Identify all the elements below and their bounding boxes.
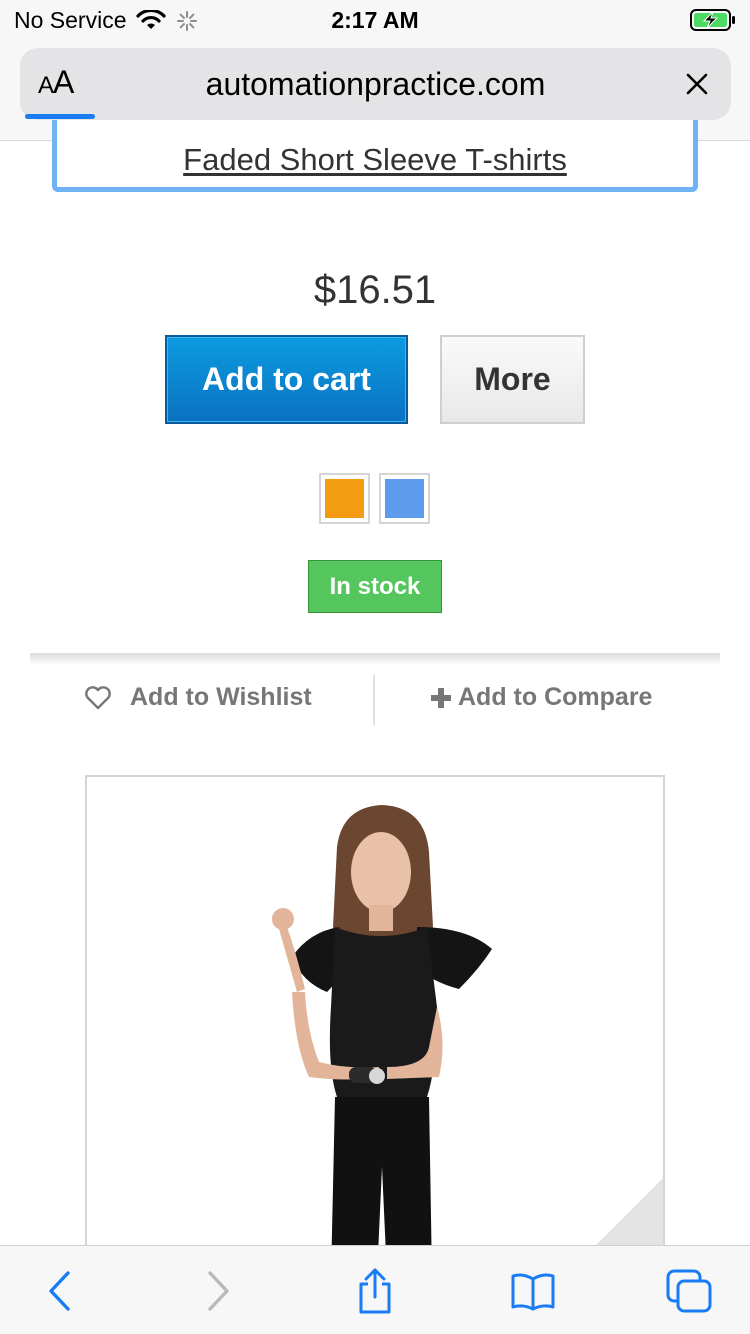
actions-divider (373, 675, 375, 725)
address-bar[interactable]: AA automationpractice.com (20, 48, 731, 120)
share-button[interactable] (350, 1266, 400, 1316)
plus-icon (431, 687, 451, 708)
add-to-wishlist-link[interactable]: Add to Wishlist (84, 683, 312, 712)
add-to-cart-button[interactable]: Add to cart (165, 335, 408, 424)
more-button[interactable]: More (440, 335, 585, 424)
status-time: 2:17 AM (331, 7, 419, 33)
stop-loading-icon[interactable] (683, 70, 711, 98)
swatch-fill (325, 479, 364, 518)
page-load-progress (25, 114, 95, 119)
forward-button[interactable] (192, 1266, 242, 1316)
status-bar: No Service 2:17 AM (0, 0, 750, 40)
bookmarks-button[interactable] (508, 1266, 558, 1316)
url-text[interactable]: automationpractice.com (20, 66, 731, 103)
tabs-icon (666, 1269, 712, 1313)
actions-bar-shadow (30, 653, 720, 665)
swatch-fill (385, 479, 424, 518)
bookmarks-icon (511, 1273, 555, 1311)
share-icon (359, 1268, 391, 1314)
add-to-compare-link[interactable]: Add to Compare (430, 683, 652, 712)
product-price: $16.51 (313, 268, 437, 312)
back-button[interactable] (36, 1266, 86, 1316)
heart-icon (85, 686, 111, 710)
product-actions-bar: Add to Wishlist Add to Compare (30, 653, 720, 738)
wishlist-label: Add to Wishlist (130, 683, 312, 711)
compare-label: Add to Compare (458, 683, 653, 711)
product-title-box: Faded Short Sleeve T-shirts (52, 120, 698, 192)
back-icon (49, 1271, 70, 1311)
tabs-button[interactable] (664, 1266, 714, 1316)
product-image[interactable] (85, 775, 665, 1275)
browser-bottom-toolbar (0, 1245, 750, 1334)
color-swatch-blue[interactable] (379, 473, 430, 524)
forward-icon (208, 1271, 229, 1311)
product-title-link[interactable]: Faded Short Sleeve T-shirts (57, 142, 693, 178)
availability-badge: In stock (308, 560, 442, 613)
color-swatch-orange[interactable] (319, 473, 370, 524)
battery-charging-icon (690, 9, 735, 31)
